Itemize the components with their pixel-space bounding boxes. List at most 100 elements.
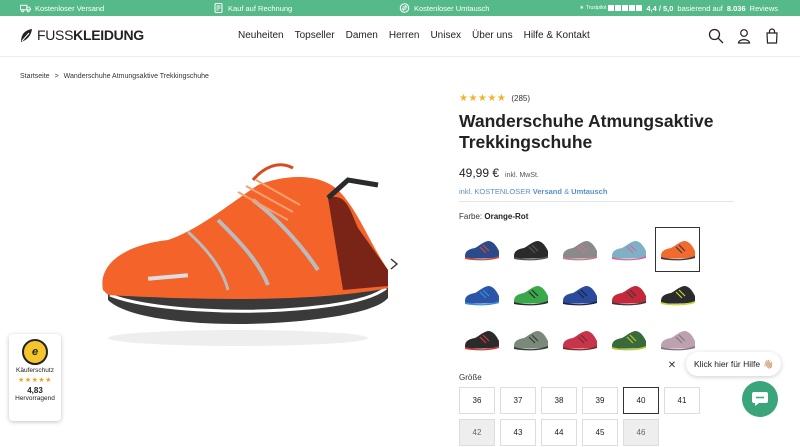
- color-swatch[interactable]: [557, 317, 602, 362]
- color-swatch[interactable]: [557, 272, 602, 317]
- review-count: 8.036: [726, 3, 746, 13]
- nav-herren[interactable]: Herren: [389, 30, 420, 41]
- shoe-thumbnail-icon: [562, 330, 597, 350]
- shoe-thumbnail-icon: [464, 285, 499, 305]
- nav-hilfe-kontakt[interactable]: Hilfe & Kontakt: [524, 30, 590, 41]
- color-label-prefix: Farbe:: [459, 212, 483, 221]
- breadcrumb-home[interactable]: Startseite: [20, 73, 50, 80]
- shoe-thumbnail-icon: [611, 330, 646, 350]
- shoe-thumbnail-icon: [513, 285, 548, 305]
- wave-icon: 👋🏼: [763, 358, 774, 369]
- shoe-thumbnail-icon: [562, 240, 597, 260]
- size-option-37[interactable]: 37: [500, 387, 536, 414]
- trustpilot-rating[interactable]: ★ Trustpilot 4,4 / 5,0 basierend auf 8.03…: [579, 0, 778, 16]
- search-icon[interactable]: [708, 28, 724, 44]
- shoe-thumbnail-icon: [562, 285, 597, 305]
- trust-stars: ★★★★★: [18, 377, 52, 384]
- exchange-link[interactable]: Umtausch: [571, 187, 607, 196]
- shipping-and: &: [564, 187, 570, 196]
- shipping-note: inkl. KOSTENLOSER Versand & Umtausch: [459, 187, 759, 196]
- shoe-thumbnail-icon: [513, 330, 548, 350]
- trust-score: 4,83: [27, 386, 43, 395]
- size-option-44[interactable]: 44: [541, 419, 577, 446]
- cart-icon[interactable]: [764, 28, 780, 44]
- chevron-right-icon[interactable]: [388, 257, 400, 271]
- help-close-button[interactable]: ✕: [664, 357, 680, 373]
- color-swatch[interactable]: [655, 227, 700, 272]
- trust-title: Käuferschutz: [16, 367, 54, 374]
- trustpilot-stars: [608, 5, 643, 11]
- nav-topseller[interactable]: Topseller: [295, 30, 335, 41]
- product-rating[interactable]: ★★★★★ (285): [459, 93, 759, 104]
- leaf-logo-icon: [21, 28, 32, 42]
- chat-button[interactable]: [742, 381, 778, 417]
- shoe-thumbnail-icon: [513, 240, 548, 260]
- exchange-icon: [399, 3, 410, 13]
- shipping-prefix: inkl. KOSTENLOSER: [459, 187, 531, 196]
- product-gallery[interactable]: [70, 130, 400, 360]
- color-swatch[interactable]: [508, 227, 553, 272]
- shipping-info: Kostenloser Versand: [20, 0, 104, 16]
- rating-text: basierend auf: [677, 3, 723, 13]
- rating-count: (285): [511, 94, 531, 103]
- site-header: FUSSKLEIDUNG Neuheiten Topseller Damen H…: [0, 16, 800, 57]
- invoice-info: Kauf auf Rechnung: [213, 0, 292, 16]
- nav-ueber-uns[interactable]: Über uns: [472, 30, 513, 41]
- size-option-39[interactable]: 39: [582, 387, 618, 414]
- breadcrumb-separator: >: [54, 73, 59, 80]
- invoice-text: Kauf auf Rechnung: [228, 3, 293, 13]
- nav-damen[interactable]: Damen: [346, 30, 378, 41]
- size-option-45[interactable]: 45: [582, 419, 618, 446]
- color-swatch[interactable]: [508, 317, 553, 362]
- size-options: 36 37 38 39 40 41 42 43 44 45 46: [459, 387, 700, 446]
- color-swatch[interactable]: [459, 272, 504, 317]
- color-swatch[interactable]: [508, 272, 553, 317]
- color-swatch[interactable]: [459, 317, 504, 362]
- logo-text-thin: FUSS: [37, 27, 74, 43]
- divider: [459, 201, 734, 202]
- shoe-thumbnail-icon: [611, 240, 646, 260]
- size-option-43[interactable]: 43: [500, 419, 536, 446]
- trust-badge[interactable]: e Käuferschutz ★★★★★ 4,83 Hervorragend: [9, 334, 61, 421]
- rating-value: 4,4 / 5,0: [646, 3, 674, 13]
- logo[interactable]: FUSSKLEIDUNG: [20, 27, 144, 43]
- trust-rating-word: Hervorragend: [15, 395, 55, 402]
- color-swatch[interactable]: [606, 272, 651, 317]
- announcement-bar: Kostenloser Versand Kauf auf Rechnung Ko…: [0, 0, 800, 16]
- exchange-info: Kostenloser Umtausch: [399, 0, 489, 16]
- reviews-word: Reviews: [749, 3, 778, 13]
- product-info: ★★★★★ (285) Wanderschuhe Atmungsaktive T…: [459, 93, 759, 196]
- color-value: Orange-Rot: [484, 212, 529, 221]
- trustpilot-label: Trustpilot: [585, 5, 607, 11]
- logo-text-bold: KLEIDUNG: [73, 27, 144, 43]
- shoe-thumbnail-icon: [611, 285, 646, 305]
- color-swatch[interactable]: [459, 227, 504, 272]
- trust-seal-icon: e: [22, 339, 48, 365]
- size-option-46[interactable]: 46: [623, 419, 659, 446]
- account-icon[interactable]: [736, 28, 752, 44]
- size-option-38[interactable]: 38: [541, 387, 577, 414]
- product-image: [102, 163, 388, 346]
- product-price: 49,99 €: [459, 166, 500, 180]
- truck-icon: [20, 4, 31, 13]
- size-option-40[interactable]: 40: [623, 387, 659, 414]
- nav-neuheiten[interactable]: Neuheiten: [238, 30, 284, 41]
- shipping-link[interactable]: Versand: [533, 187, 562, 196]
- color-swatch[interactable]: [606, 317, 651, 362]
- size-option-42[interactable]: 42: [459, 419, 495, 446]
- help-bubble[interactable]: Klick hier für Hilfe 👋🏼: [686, 352, 781, 376]
- color-swatch[interactable]: [655, 272, 700, 317]
- size-option-41[interactable]: 41: [664, 387, 700, 414]
- shoe-thumbnail-icon: [660, 240, 695, 260]
- main-nav: Neuheiten Topseller Damen Herren Unisex …: [238, 30, 601, 41]
- shoe-thumbnail-icon: [660, 330, 695, 350]
- price-row: 49,99 € inkl. MwSt.: [459, 166, 759, 180]
- color-swatch[interactable]: [557, 227, 602, 272]
- nav-unisex[interactable]: Unisex: [430, 30, 461, 41]
- color-swatch[interactable]: [606, 227, 651, 272]
- help-text: Klick hier für Hilfe: [694, 359, 761, 369]
- rating-stars: ★★★★★: [459, 93, 507, 104]
- shoe-thumbnail-icon: [464, 330, 499, 350]
- size-option-36[interactable]: 36: [459, 387, 495, 414]
- color-swatches: [459, 227, 709, 362]
